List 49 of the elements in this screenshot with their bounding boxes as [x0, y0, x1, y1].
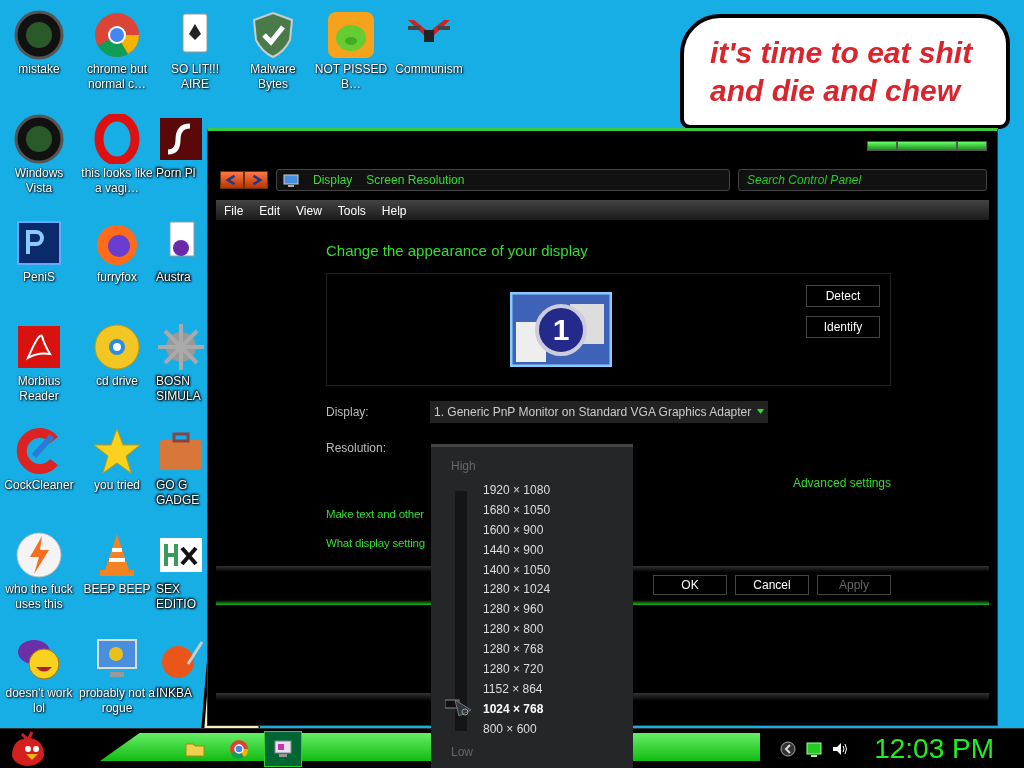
clock[interactable]: 12:03 PM — [874, 732, 994, 765]
identify-button[interactable]: Identify — [806, 315, 880, 338]
monitor-tile[interactable]: 1 — [510, 291, 612, 367]
resolution-option[interactable]: 1280 × 768 — [483, 639, 551, 659]
menu-item[interactable]: Tools — [329, 200, 374, 220]
detect-button[interactable]: Detect — [806, 284, 880, 307]
help-link[interactable]: What display setting — [326, 534, 425, 552]
breadcrumb-item[interactable]: Display — [313, 171, 353, 190]
search-field[interactable]: Search Control Panel — [738, 169, 987, 192]
resolution-option[interactable]: 1920 × 1080 — [483, 480, 551, 500]
forward-button[interactable] — [244, 171, 268, 190]
resolution-option[interactable]: 1024 × 768 — [483, 698, 551, 719]
dialog-button[interactable]: Cancel — [735, 575, 809, 595]
bubble-text: and die and chew — [710, 73, 963, 109]
taskbar-button[interactable] — [264, 730, 302, 767]
resolution-option[interactable]: 1440 × 900 — [483, 539, 551, 560]
window-control-button[interactable] — [897, 141, 957, 151]
menu-item[interactable]: Edit — [251, 200, 289, 220]
display-dropdown[interactable]: 1. Generic PnP Monitor on Standard VGA Graphics Adapter — [430, 400, 769, 423]
resolution-option[interactable]: 1280 × 960 — [483, 599, 551, 620]
dialog-button[interactable]: OK — [653, 575, 727, 595]
resolution-option[interactable]: 1680 × 1050 — [483, 499, 551, 520]
resolution-option[interactable]: 1280 × 720 — [483, 659, 551, 679]
slider-label: High — [451, 458, 476, 475]
back-button[interactable] — [220, 171, 244, 190]
field-label: Display: — [326, 403, 370, 421]
menu-item[interactable]: View — [288, 200, 330, 220]
window-control-button[interactable] — [957, 141, 987, 151]
slider-label: Low — [451, 744, 473, 761]
monitor-icon — [272, 737, 294, 760]
resolution-option[interactable]: 1280 × 1024 — [483, 579, 551, 600]
menu-item[interactable]: Help — [373, 200, 415, 220]
menu-item[interactable]: File — [216, 200, 252, 220]
resolution-option[interactable]: 800 × 600 — [483, 718, 551, 739]
resolution-option[interactable]: 1152 × 864 — [483, 678, 551, 699]
field-label: Resolution: — [326, 439, 388, 457]
resolution-option[interactable]: 1400 × 1050 — [483, 559, 551, 580]
help-link[interactable]: Make text and other — [326, 505, 424, 523]
resolution-option[interactable]: 1600 × 900 — [483, 519, 551, 540]
window-control-button[interactable] — [867, 141, 897, 151]
page-heading: Change the appearance of your display — [326, 241, 589, 261]
advanced-settings-link[interactable]: Advanced settings — [792, 473, 891, 492]
resolution-option[interactable]: 1280 × 800 — [483, 619, 551, 640]
address-bar[interactable]: Display Screen Resolution — [276, 169, 730, 192]
caret-icon — [757, 409, 765, 414]
monitor-icon[interactable] — [806, 740, 823, 757]
breadcrumb-item[interactable]: Screen Resolution — [366, 171, 465, 190]
bubble-text: it's time to eat shit — [710, 35, 975, 71]
browser-icon — [228, 737, 250, 760]
